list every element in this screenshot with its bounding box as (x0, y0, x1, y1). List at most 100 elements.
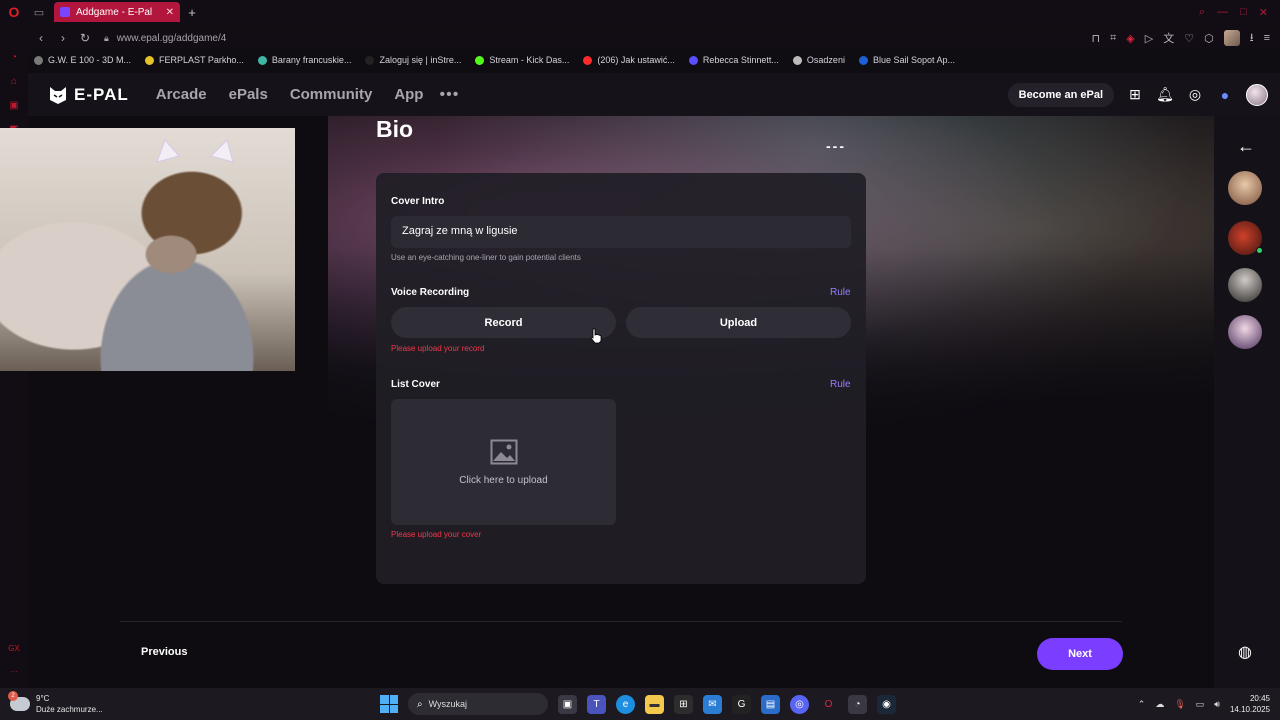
close-window-icon[interactable]: ✕ (1259, 6, 1268, 19)
menu-icon[interactable]: ≡ (1264, 32, 1270, 44)
upload-voice-button[interactable]: Upload (626, 307, 851, 338)
app-icon[interactable]: ▤ (761, 694, 780, 714)
minimize-icon[interactable]: — (1217, 6, 1228, 18)
windows-start-icon[interactable] (380, 695, 398, 713)
next-button[interactable]: Next (1037, 638, 1123, 670)
chat-avatar-1[interactable] (1228, 171, 1262, 205)
opera-icon[interactable]: O (819, 695, 838, 714)
snapshot-icon[interactable]: ⌗ (1110, 32, 1116, 45)
nav-arcade[interactable]: Arcade (156, 86, 207, 103)
search-icon[interactable]: ⌕ (1199, 6, 1205, 19)
chevron-up-icon[interactable]: ⌃ (1138, 699, 1146, 710)
task-view-icon[interactable]: ▣ (558, 694, 577, 714)
speed-dial-icon[interactable]: ◔ (8, 52, 20, 64)
shield-icon[interactable]: ◈ (1126, 32, 1134, 45)
close-tab-icon[interactable]: ✕ (166, 7, 174, 18)
bookmark-item[interactable]: Barany francuskie... (257, 55, 351, 65)
bookmark-item[interactable]: Osadzeni (792, 55, 845, 65)
mascot-icon[interactable]: ● (1216, 86, 1234, 104)
epal-logo[interactable]: E-PAL (48, 85, 129, 105)
reload-icon[interactable]: ↻ (76, 31, 94, 45)
cover-error: Please upload your cover (391, 530, 482, 539)
previous-button[interactable]: Previous (141, 646, 187, 658)
maximize-icon[interactable]: □ (1240, 6, 1247, 18)
voice-error: Please upload your record (391, 344, 485, 353)
voice-rule-link[interactable]: Rule (830, 287, 851, 298)
store-icon[interactable]: ⊞ (674, 694, 693, 714)
heart-icon[interactable]: ♡ (1184, 32, 1194, 45)
bookmark-favicon-icon (688, 55, 698, 65)
chat-avatar-4[interactable] (1228, 315, 1262, 349)
translate-icon[interactable]: 文 (1163, 30, 1174, 46)
record-button[interactable]: Record (391, 307, 616, 338)
discord-icon[interactable]: ◎ (1186, 86, 1204, 104)
bookmark-item[interactable]: Blue Sail Sopot Ap... (858, 55, 955, 65)
pin-icon[interactable]: ⊓ (1092, 32, 1101, 45)
nav-more-icon[interactable]: ••• (439, 86, 459, 104)
page-title: Bio (376, 116, 414, 142)
file-explorer-icon[interactable]: ▬ (645, 694, 664, 714)
profile-avatar[interactable] (1223, 30, 1240, 46)
bookmark-label: G.W. E 100 - 3D M... (48, 55, 132, 65)
chat-avatar-3[interactable] (1228, 268, 1262, 302)
bookmark-item[interactable]: Stream - Kick Das... (475, 55, 569, 65)
bookmark-label: (206) Jak ustawić... (597, 55, 675, 65)
gx-icon[interactable]: GX (8, 644, 20, 653)
download-icon[interactable]: ⭳ (1250, 29, 1254, 48)
search-icon: ⌕ (417, 698, 423, 710)
url-field[interactable]: 🔒︎ www.epal.gg/addgame/4 (104, 33, 226, 44)
nav-app[interactable]: App (394, 86, 423, 103)
cover-intro-input[interactable]: Zagraj ze mną w ligusie (391, 216, 851, 248)
nav-epals[interactable]: ePals (229, 86, 268, 103)
bookmark-item[interactable]: Zaloguj się | inStre... (365, 55, 461, 65)
opera-logo-icon[interactable]: O (0, 0, 28, 24)
become-epal-button[interactable]: Become an ePal (1007, 82, 1114, 107)
bookmark-item[interactable]: G.W. E 100 - 3D M... (34, 55, 131, 65)
clock[interactable]: 20:45 14.10.2025 (1230, 693, 1270, 715)
search-label: Wyszukaj (428, 699, 468, 709)
cover-upload-area[interactable]: Click here to upload (391, 399, 616, 525)
browser-tab-active[interactable]: Addgame - E-Pal ✕ (54, 2, 180, 22)
address-bar: ‹ › ↻ 🔒︎ www.epal.gg/addgame/4 ⊓ ⌗ ◈ ▷ 文… (0, 26, 1280, 50)
extensions-icon[interactable]: ⬡ (1204, 32, 1214, 45)
windows-taskbar: 2 9°C Duże zachmurze... ⌕ Wyszukaj ▣ T e… (0, 688, 1280, 720)
network-icon[interactable]: ☁ (1155, 699, 1164, 710)
gx-corner-icon[interactable]: ▣ (8, 100, 20, 112)
user-avatar[interactable] (1246, 83, 1268, 106)
back-icon[interactable]: ‹ (32, 31, 50, 45)
assistant-icon[interactable]: ◍ (1230, 642, 1260, 668)
cover-rule-link[interactable]: Rule (830, 379, 851, 390)
bookmark-item[interactable]: (206) Jak ustawić... (583, 55, 675, 65)
image-icon (490, 439, 517, 464)
footer-divider (120, 621, 1122, 622)
weather-widget[interactable]: 2 9°C Duże zachmurze... (8, 691, 103, 715)
logo-text: E-PAL (74, 84, 129, 104)
opera-gx-icon[interactable]: ◔ (848, 694, 867, 714)
bookmark-favicon-icon (475, 55, 485, 65)
taskbar-search[interactable]: ⌕ Wyszukaj (408, 693, 548, 715)
messenger-icon[interactable]: ⌂ (8, 76, 20, 88)
site-header: E-PAL Arcade ePals Community App ••• Bec… (28, 73, 1280, 116)
epic-icon[interactable]: G (732, 694, 751, 714)
bookmark-item[interactable]: FERPLAST Parkho... (145, 55, 244, 65)
speaker-icon[interactable]: 🔊︎ (1214, 699, 1220, 710)
discord-icon[interactable]: ◎ (790, 694, 809, 714)
mail-icon[interactable]: ✉ (703, 694, 722, 714)
tab-menu-icon[interactable]: ▭ (28, 0, 50, 24)
bell-icon[interactable]: 🔔︎ (1156, 86, 1174, 104)
arrow-left-icon[interactable]: ← (1232, 136, 1260, 160)
mic-icon[interactable]: 🎙︎ (1174, 699, 1185, 710)
browser-toolbar: ⊓ ⌗ ◈ ▷ 文 ♡ ⬡ ⭳ ≡ (1092, 29, 1280, 48)
cover-intro-label: Cover Intro (391, 196, 445, 207)
nav-community[interactable]: Community (290, 86, 373, 103)
steam-icon[interactable]: ◉ (877, 694, 896, 714)
more-icon[interactable]: ··· (10, 667, 18, 676)
play-icon[interactable]: ▷ (1145, 32, 1153, 45)
edge-icon[interactable]: e (616, 694, 635, 714)
teams-icon[interactable]: T (587, 694, 606, 714)
forward-icon[interactable]: › (54, 31, 72, 45)
new-tab-button[interactable]: + (183, 5, 201, 20)
bookmark-item[interactable]: Rebecca Stinnett... (688, 55, 779, 65)
gift-icon[interactable]: ⊞ (1126, 86, 1144, 104)
display-icon[interactable]: ▭ (1196, 699, 1205, 710)
